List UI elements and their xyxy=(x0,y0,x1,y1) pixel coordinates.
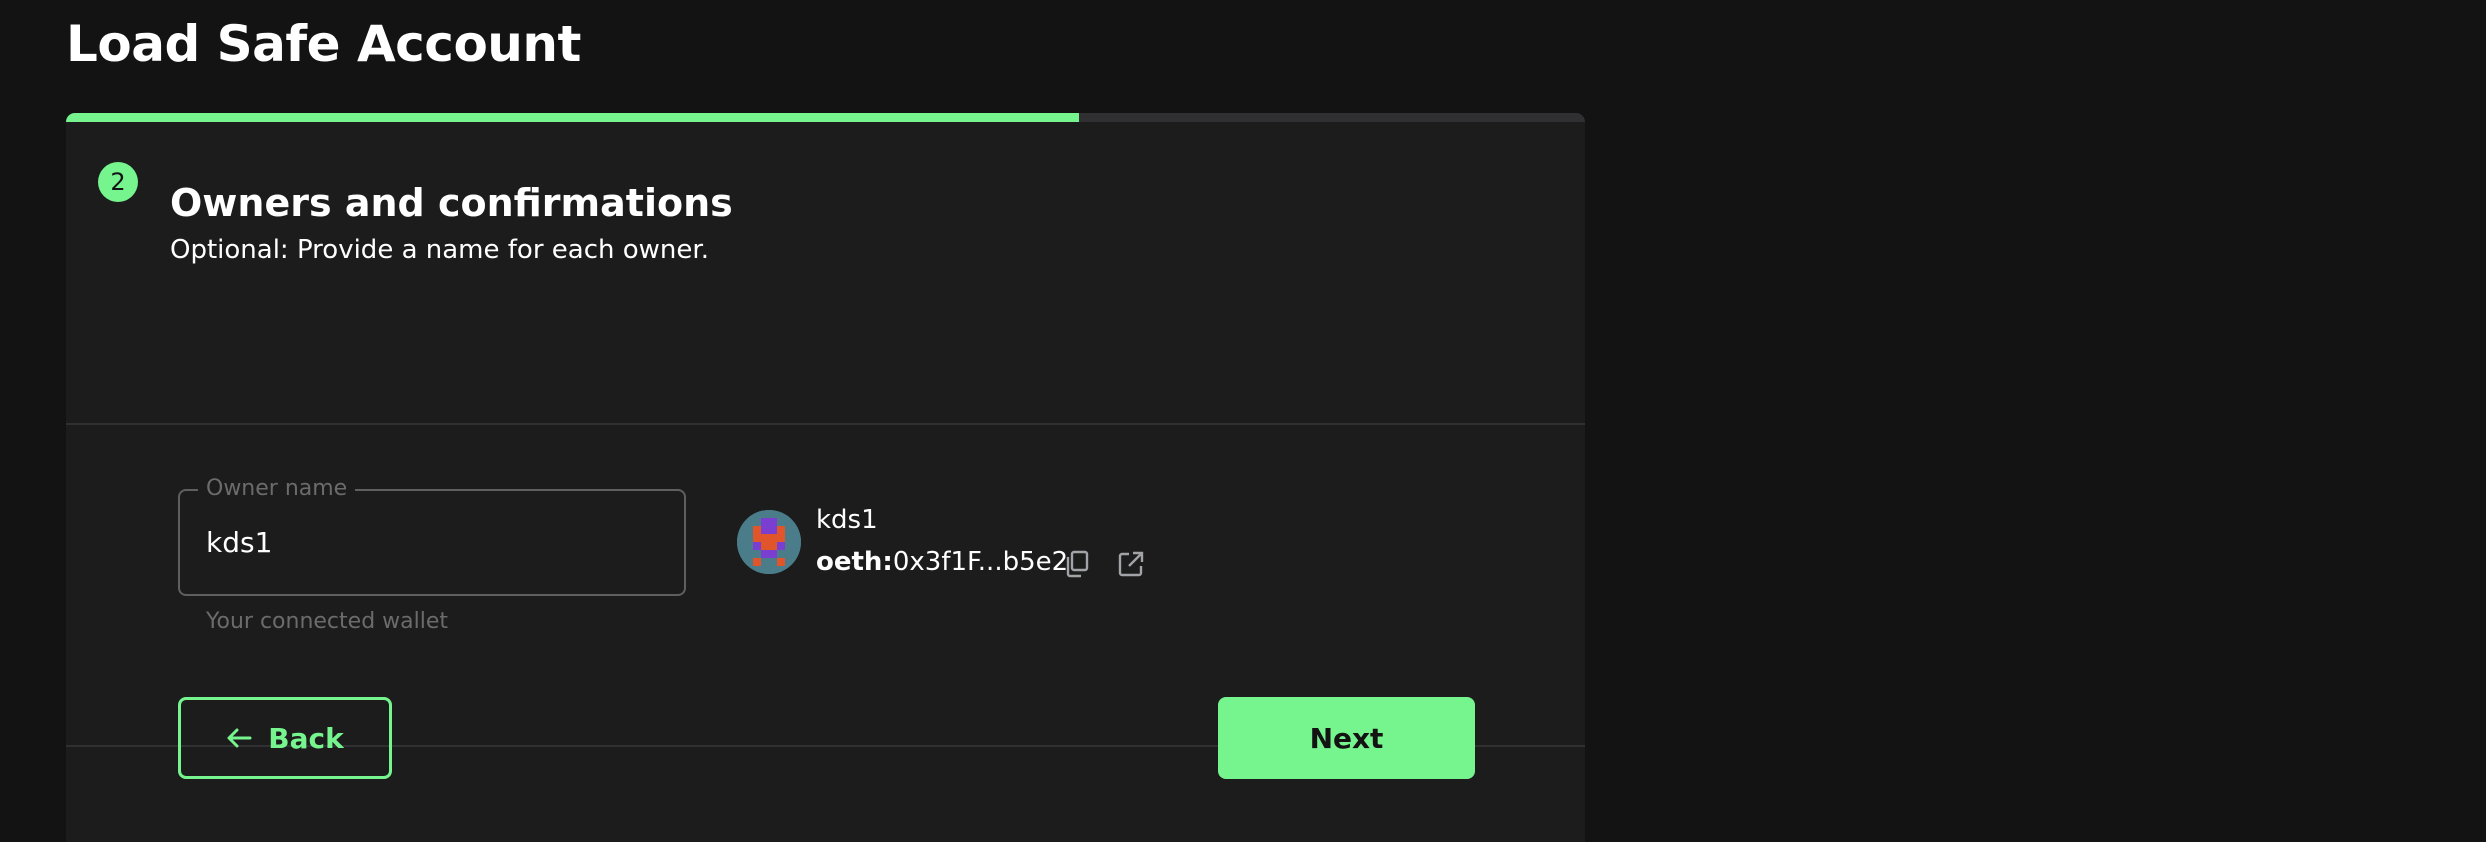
back-button[interactable]: Back xyxy=(178,697,392,779)
owner-display-name: kds1 xyxy=(816,505,878,535)
step-number-badge: 2 xyxy=(98,162,138,202)
arrow-left-icon xyxy=(227,728,252,748)
identicon-icon xyxy=(737,510,801,574)
owner-name-helper-text: Your connected wallet xyxy=(206,609,449,634)
step-header: 2 Owners and confirmations Optional: Pro… xyxy=(66,122,1585,425)
load-safe-card: 2 Owners and confirmations Optional: Pro… xyxy=(66,113,1585,842)
chain-prefix: oeth: xyxy=(816,547,893,577)
progress-bar-fill xyxy=(66,113,1080,122)
action-bar: Back Next xyxy=(66,634,1585,779)
back-button-label: Back xyxy=(268,721,344,755)
progress-bar xyxy=(66,113,1585,122)
step-subtitle: Optional: Provide a name for each owner. xyxy=(170,235,709,265)
page-title: Load Safe Account xyxy=(66,15,581,73)
address-text: 0x3f1F...b5e2 xyxy=(892,547,1069,577)
owner-name-field: Owner name xyxy=(178,477,686,596)
copy-icon xyxy=(1066,550,1089,578)
view-on-explorer-button[interactable] xyxy=(1115,548,1147,580)
step-title: Owners and confirmations xyxy=(170,181,733,225)
next-button[interactable]: Next xyxy=(1218,697,1475,779)
owner-avatar xyxy=(737,510,801,574)
next-button-label: Next xyxy=(1309,721,1384,755)
copy-address-button[interactable] xyxy=(1061,548,1093,580)
external-link-icon xyxy=(1118,551,1144,577)
owner-address: oeth:0x3f1F...b5e2 xyxy=(816,547,1068,578)
owner-name-input[interactable] xyxy=(206,491,646,594)
